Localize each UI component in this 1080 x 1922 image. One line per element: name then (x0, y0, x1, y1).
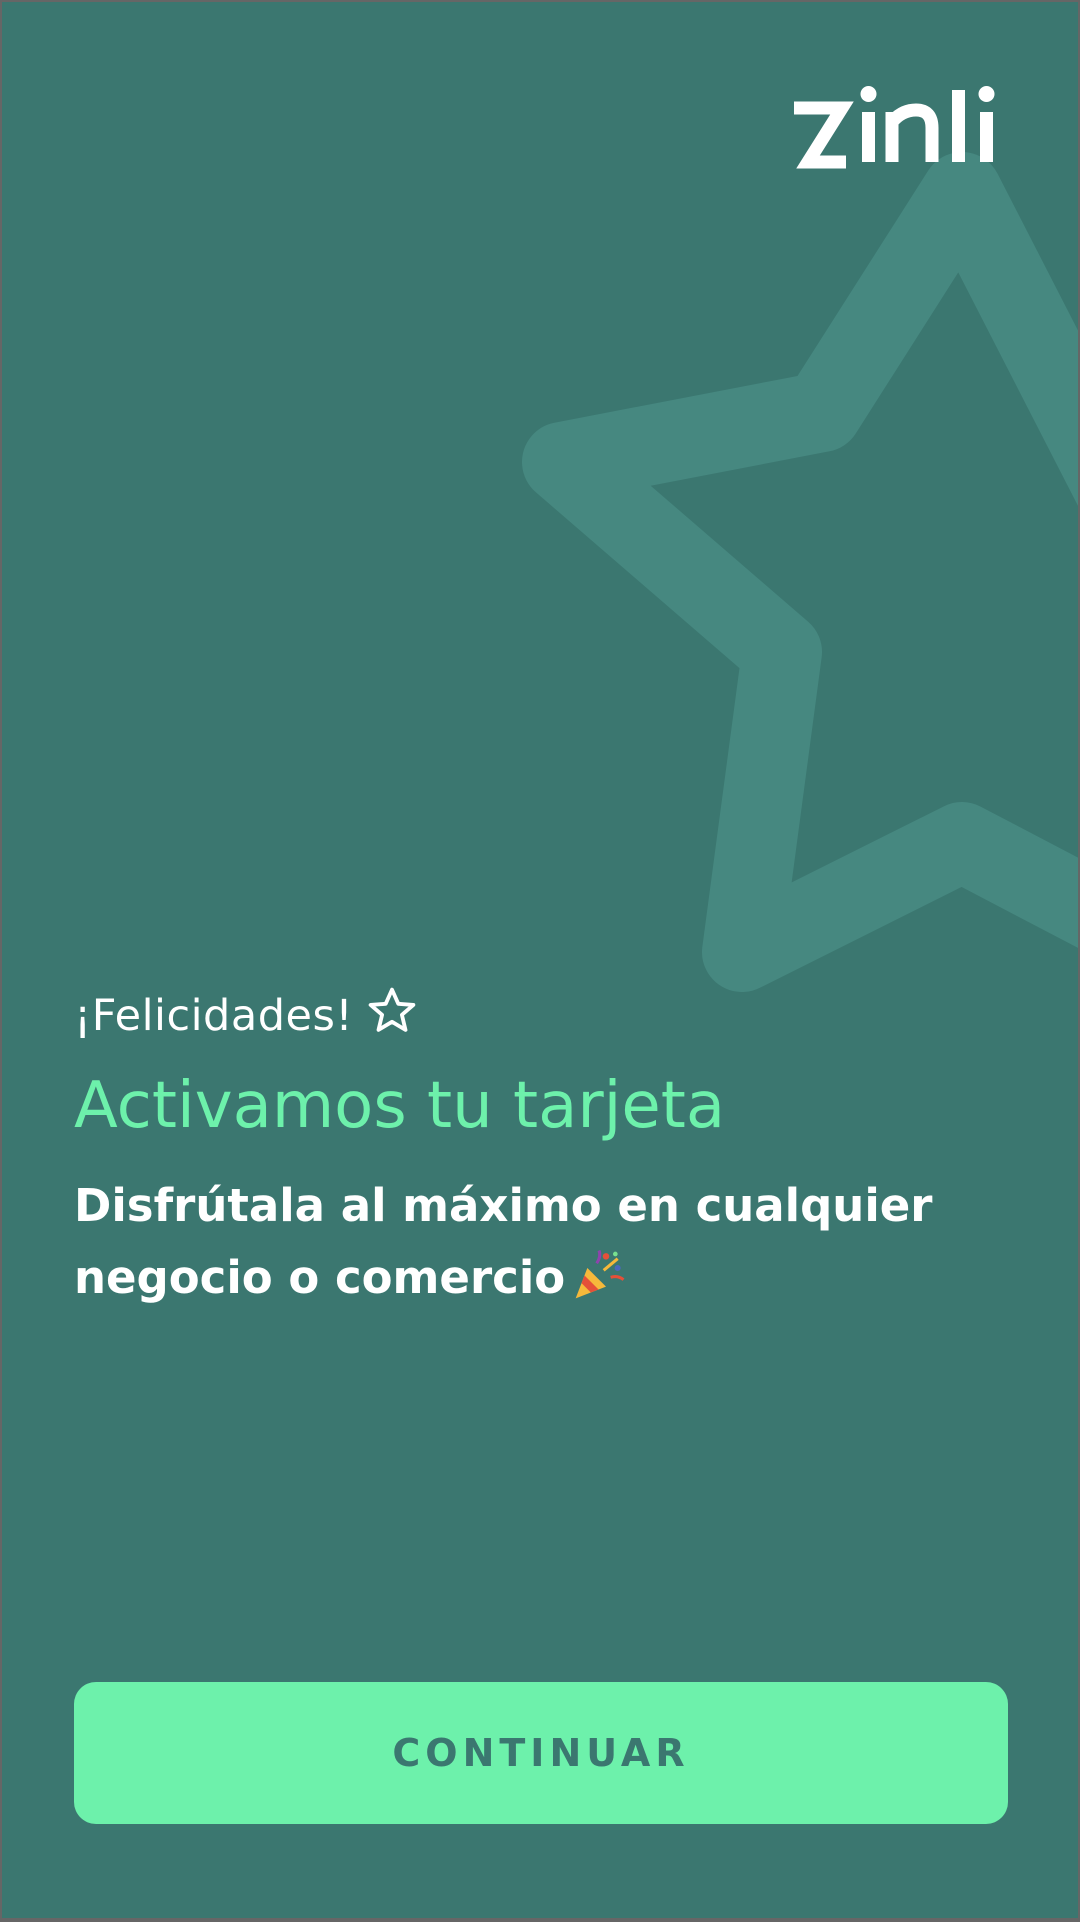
zinli-logo-icon (794, 86, 995, 169)
continue-button[interactable]: CONTINUAR (74, 1682, 1008, 1824)
party-popper-icon (575, 1249, 625, 1299)
headline: Activamos tu tarjeta (74, 1069, 726, 1143)
background-star-icon (522, 152, 1078, 992)
star-outline-icon (368, 987, 416, 1032)
subtitle-text: Disfrútala al máximo en cualquier negoci… (74, 1179, 933, 1304)
activation-success-screen: zinli ¡Felicidades! Activamos tu tarjeta… (2, 2, 1078, 1918)
greeting-line: ¡Felicidades! (74, 984, 419, 1046)
subtitle-block: Disfrútala al máximo en cualquier negoci… (74, 1170, 974, 1314)
zinli-logo: zinli (784, 78, 1004, 178)
greeting-text: ¡Felicidades! (74, 991, 354, 1041)
